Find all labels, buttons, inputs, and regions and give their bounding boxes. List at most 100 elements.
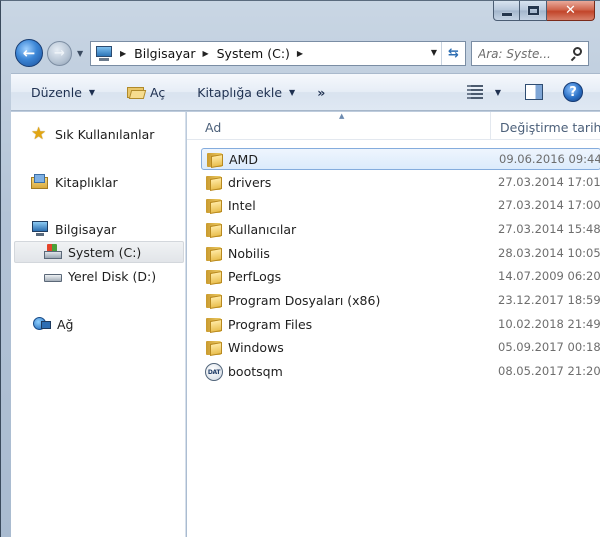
file-row-drivers[interactable]: drivers 27.03.2014 17:01 — [201, 172, 600, 194]
column-header-name[interactable]: Ad — [205, 120, 221, 135]
file-name: AMD — [229, 152, 258, 167]
network-icon — [33, 316, 51, 332]
file-row-kullanicilar[interactable]: Kullanıcılar 27.03.2014 15:48 — [201, 219, 600, 241]
file-name: PerfLogs — [228, 269, 282, 284]
breadcrumb-chevron-icon[interactable]: ▶ — [290, 49, 311, 58]
file-name: drivers — [228, 175, 272, 190]
nav-item-label: Kitaplıklar — [55, 174, 118, 190]
folder-icon — [207, 152, 223, 169]
preview-pane-button[interactable] — [515, 79, 553, 105]
caption-buttons: ✕ — [493, 1, 595, 21]
column-header-date-modified[interactable]: Değiştirme tarihi — [500, 120, 600, 135]
column-header-row: Ad ▲ Değiştirme tarihi — [187, 112, 600, 140]
breadcrumb-item[interactable]: Bilgisayar — [134, 46, 195, 61]
help-button[interactable]: ? — [553, 79, 593, 105]
search-icon[interactable] — [570, 47, 582, 62]
nav-item-favorites[interactable]: ★ Sık Kullanılanlar — [31, 123, 154, 145]
file-list: Ad ▲ Değiştirme tarihi AMD 09.06.2016 09… — [187, 112, 600, 537]
nav-item-label: Yerel Disk (D:) — [68, 268, 157, 284]
nav-item-label: System (C:) — [68, 244, 142, 260]
help-icon: ? — [563, 82, 583, 102]
close-button[interactable]: ✕ — [547, 1, 595, 21]
file-row-perflogs[interactable]: PerfLogs 14.07.2009 06:20 — [201, 266, 600, 288]
file-date: 14.07.2009 06:20 — [498, 269, 600, 283]
breadcrumb-item[interactable]: System (C:) — [217, 46, 290, 61]
file-date: 27.03.2014 17:00 — [498, 198, 600, 212]
address-row: ← → ▼ ▶ Bilgisayar ▶ System (C:) ▶ ▼ ⇆ — [1, 37, 600, 67]
include-in-library-label: Kitaplığa ekle — [197, 84, 283, 100]
file-row-bootsqm[interactable]: DAT bootsqm 08.05.2017 21:20 — [201, 361, 600, 383]
file-row-program-dosyalari-x86[interactable]: Program Dosyaları (x86) 23.12.2017 18:59 — [201, 290, 600, 312]
nav-item-label: Bilgisayar — [55, 221, 117, 237]
change-view-button[interactable]: ▼ — [457, 79, 511, 105]
file-date: 28.03.2014 10:05 — [498, 246, 600, 260]
disk-drive-icon — [44, 268, 62, 284]
computer-icon — [31, 221, 49, 237]
open-label: Aç — [150, 84, 166, 100]
folder-icon — [206, 293, 222, 310]
maximize-button[interactable] — [520, 1, 547, 21]
nav-item-label: Ağ — [57, 316, 74, 332]
computer-icon — [95, 45, 113, 62]
file-row-amd[interactable]: AMD 09.06.2016 09:44 — [201, 148, 600, 170]
star-icon: ★ — [31, 124, 47, 144]
open-button[interactable]: Aç — [117, 79, 175, 105]
folder-icon — [206, 198, 222, 215]
more-commands-button[interactable]: » — [307, 79, 335, 105]
back-button[interactable]: ← — [15, 39, 43, 67]
file-row-program-files[interactable]: Program Files 10.02.2018 21:49 — [201, 314, 600, 336]
search-input[interactable] — [478, 46, 570, 61]
nav-item-computer[interactable]: Bilgisayar — [31, 218, 116, 240]
breadcrumb-chevron-icon[interactable]: ▶ — [113, 49, 134, 58]
nav-item-network[interactable]: Ağ — [33, 313, 74, 335]
file-name: Program Dosyaları (x86) — [228, 293, 381, 308]
nav-item-system-c[interactable]: System (C:) — [14, 241, 184, 263]
file-date: 08.05.2017 21:20 — [498, 364, 600, 378]
breadcrumb: ▶ Bilgisayar ▶ System (C:) ▶ — [113, 42, 311, 65]
libraries-icon — [31, 174, 49, 190]
explorer-window: ✕ ← → ▼ ▶ Bilgisayar ▶ System (C:) ▶ ▼ ⇆… — [0, 0, 600, 537]
forward-button[interactable]: → — [47, 41, 72, 66]
minimize-button[interactable] — [493, 1, 520, 21]
file-row-nobilis[interactable]: Nobilis 28.03.2014 10:05 — [201, 243, 600, 265]
organize-button[interactable]: Düzenle ▼ — [21, 79, 105, 105]
refresh-icon: ⇆ — [448, 46, 459, 61]
address-bar[interactable]: ▶ Bilgisayar ▶ System (C:) ▶ ▼ ⇆ — [90, 41, 466, 66]
file-row-intel[interactable]: Intel 27.03.2014 17:00 — [201, 195, 600, 217]
folder-icon — [206, 175, 222, 192]
file-date: 27.03.2014 17:01 — [498, 175, 600, 189]
file-name: Nobilis — [228, 246, 270, 261]
refresh-button[interactable]: ⇆ — [441, 42, 465, 65]
dat-file-icon-label: DAT — [207, 368, 221, 376]
breadcrumb-chevron-icon[interactable]: ▶ — [195, 49, 216, 58]
chevron-down-icon: ▼ — [289, 87, 296, 97]
file-name: Kullanıcılar — [228, 222, 297, 237]
sort-ascending-icon: ▲ — [339, 112, 345, 120]
preview-pane-icon — [525, 84, 543, 100]
details-view-icon — [466, 85, 483, 99]
file-row-windows[interactable]: Windows 05.09.2017 00:18 — [201, 337, 600, 359]
folder-icon — [206, 269, 222, 286]
include-in-library-button[interactable]: Kitaplığa ekle ▼ — [187, 79, 305, 105]
nav-item-libraries[interactable]: Kitaplıklar — [31, 171, 118, 193]
chevron-down-icon: ▼ — [88, 87, 96, 97]
dat-file-icon: DAT — [205, 363, 223, 381]
back-arrow-icon: ← — [22, 44, 36, 62]
file-name: Windows — [228, 340, 284, 355]
folder-icon — [206, 340, 222, 357]
command-bar: Düzenle ▼ Aç Kitaplığa ekle ▼ » ▼ ? — [11, 73, 600, 111]
open-folder-icon — [127, 85, 147, 99]
system-drive-icon — [44, 244, 62, 260]
search-box[interactable] — [471, 41, 589, 66]
chevron-down-icon: ▼ — [494, 87, 501, 97]
nav-item-local-disk-d[interactable]: Yerel Disk (D:) — [44, 265, 156, 287]
file-name: Program Files — [228, 317, 313, 332]
navigation-pane: ★ Sık Kullanılanlar Kitaplıklar Bilgisay… — [11, 112, 186, 537]
close-icon: ✕ — [565, 3, 576, 18]
address-dropdown-icon[interactable]: ▼ — [431, 48, 437, 57]
folder-icon — [206, 222, 222, 239]
minimize-icon — [501, 13, 512, 16]
recent-pages-dropdown[interactable]: ▼ — [77, 49, 83, 58]
title-bar: ✕ — [1, 1, 600, 31]
column-divider[interactable] — [490, 112, 491, 140]
